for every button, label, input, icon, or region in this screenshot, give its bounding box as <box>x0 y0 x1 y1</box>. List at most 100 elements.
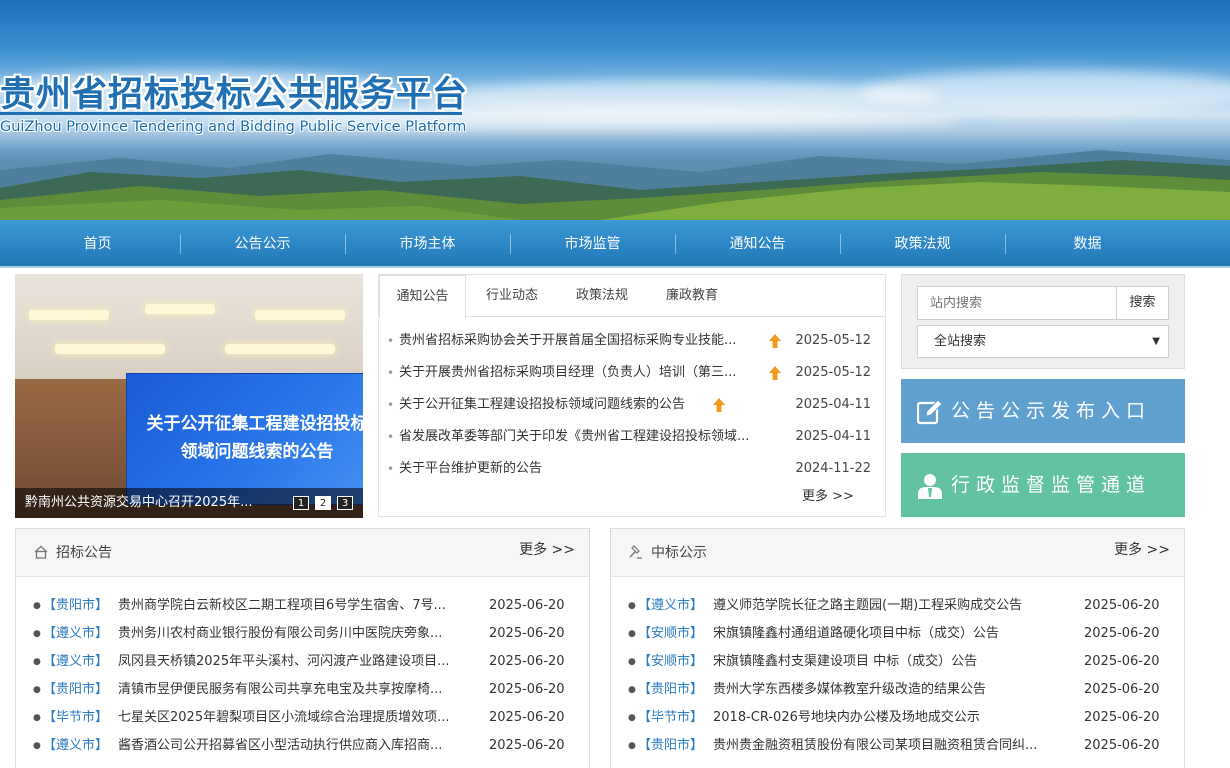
city-tag[interactable]: 【贵阳市】 <box>43 592 108 620</box>
city-tag[interactable]: 【贵阳市】 <box>638 732 703 760</box>
list-item-title[interactable]: 贵州务川农村商业银行股份有限公司务川中医院庆旁象... <box>118 620 472 648</box>
notice-date: 2024-11-22 <box>795 461 871 476</box>
notice-title[interactable]: 关于公开征集工程建设招投标领域问题线索的公告 <box>399 389 685 421</box>
list-item-title[interactable]: 贵州商学院白云新校区二期工程项目6号学生宿舍、7号... <box>118 592 472 620</box>
list-item[interactable]: ● 【贵阳市】 贵州大学东西楼多媒体教室升级改造的结果公告 2025-06-20 <box>611 676 1184 704</box>
list-item-date: 2025-06-20 <box>489 654 565 669</box>
publish-entry-label: 公告公示发布入口 <box>951 400 1152 422</box>
notice-title[interactable]: 关于平台维护更新的公告 <box>399 453 542 485</box>
tab-integrity-education[interactable]: 廉政教育 <box>649 275 735 317</box>
tab-notices[interactable]: 通知公告 <box>379 275 466 318</box>
list-item[interactable]: ● 【遵义市】 酱香酒公司公开招募省区小型活动执行供应商入库招商... 2025… <box>16 732 589 760</box>
city-tag[interactable]: 【遵义市】 <box>638 592 703 620</box>
hot-arrow-icon <box>769 334 781 348</box>
list-item[interactable]: • 关于公开征集工程建设招投标领域问题线索的公告 2025-04-11 <box>387 389 879 421</box>
city-tag[interactable]: 【毕节市】 <box>638 704 703 732</box>
list-item[interactable]: ● 【遵义市】 遵义师范学院长征之路主题园(一期)工程采购成交公告 2025-0… <box>611 592 1184 620</box>
list-item[interactable]: ● 【遵义市】 贵州务川农村商业银行股份有限公司务川中医院庆旁象... 2025… <box>16 620 589 648</box>
list-item-title[interactable]: 宋旗镇隆鑫村支渠建设项目 中标（成交）公告 <box>713 648 1067 676</box>
main-nav: 首页 公告公示 市场主体 市场监管 通知公告 政策法规 数据 <box>0 220 1230 268</box>
nav-item-home[interactable]: 首页 <box>15 220 180 268</box>
list-item-title[interactable]: 酱香酒公司公开招募省区小型活动执行供应商入库招商... <box>118 732 472 760</box>
bullet: • <box>387 430 395 444</box>
search-scope-select[interactable]: 全站搜索 ▼ <box>917 325 1169 358</box>
list-item[interactable]: ● 【遵义市】 凤冈县天桥镇2025年平头溪村、河闪渡产业路建设项目... 20… <box>16 648 589 676</box>
bullet: ● <box>628 629 636 639</box>
award-panel-header: 中标公示 更多 >> <box>611 529 1184 577</box>
list-item[interactable]: ● 【贵阳市】 清镇市昱伊便民服务有限公司共享充电宝及共享按摩椅... 2025… <box>16 676 589 704</box>
list-item-date: 2025-06-20 <box>1084 654 1160 669</box>
notice-more-link[interactable]: 更多 >> <box>802 485 854 504</box>
city-tag[interactable]: 【毕节市】 <box>43 704 108 732</box>
hot-arrow-icon <box>713 398 725 412</box>
list-item-title[interactable]: 贵州大学东西楼多媒体教室升级改造的结果公告 <box>713 676 1067 704</box>
list-item-date: 2025-06-20 <box>489 710 565 725</box>
list-item[interactable]: ● 【贵阳市】 贵州贵金融资租赁股份有限公司某项目融资租赁合同纠... 2025… <box>611 732 1184 760</box>
nav-item-data[interactable]: 数据 <box>1005 220 1170 268</box>
list-item-title[interactable]: 2018-CR-026号地块内办公楼及场地成交公示 <box>713 704 1067 732</box>
notice-date: 2025-04-11 <box>795 429 871 444</box>
slide-dot-3[interactable]: 3 <box>337 496 353 510</box>
search-input[interactable] <box>917 286 1117 320</box>
list-item-date: 2025-06-20 <box>1084 710 1160 725</box>
list-item-title[interactable]: 七星关区2025年碧梨项目区小流域综合治理提质增效项... <box>118 704 472 732</box>
list-item-title[interactable]: 贵州贵金融资租赁股份有限公司某项目融资租赁合同纠... <box>713 732 1067 760</box>
site-title: 贵州省招标投标公共服务平台 <box>0 75 469 115</box>
user-icon <box>918 474 942 499</box>
list-item-title[interactable]: 遵义师范学院长征之路主题园(一期)工程采购成交公告 <box>713 592 1067 620</box>
bullet: ● <box>33 629 41 639</box>
list-item-date: 2025-06-20 <box>489 682 565 697</box>
bullet: ● <box>628 685 636 695</box>
edit-icon <box>917 399 943 425</box>
city-tag[interactable]: 【安顺市】 <box>638 620 703 648</box>
list-item[interactable]: ● 【毕节市】 2018-CR-026号地块内办公楼及场地成交公示 2025-0… <box>611 704 1184 732</box>
list-item[interactable]: ● 【毕节市】 七星关区2025年碧梨项目区小流域综合治理提质增效项... 20… <box>16 704 589 732</box>
city-tag[interactable]: 【遵义市】 <box>43 648 108 676</box>
slide-dot-2[interactable]: 2 <box>315 496 331 510</box>
tender-more-link[interactable]: 更多 >> <box>519 539 575 559</box>
nav-item-policies[interactable]: 政策法规 <box>840 220 1005 268</box>
city-tag[interactable]: 【安顺市】 <box>638 648 703 676</box>
supervision-entry-button[interactable]: 行政监督监管通道 <box>901 453 1185 517</box>
nav-item-announcements[interactable]: 公告公示 <box>180 220 345 268</box>
city-tag[interactable]: 【贵阳市】 <box>638 676 703 704</box>
list-item-date: 2025-06-20 <box>489 738 565 753</box>
bullet: • <box>387 462 395 476</box>
city-tag[interactable]: 【遵义市】 <box>43 620 108 648</box>
tab-policies[interactable]: 政策法规 <box>559 275 645 317</box>
notice-title[interactable]: 省发展改革委等部门关于印发《贵州省工程建设招投标领域... <box>399 421 777 453</box>
bullet: ● <box>33 601 41 611</box>
nav-item-notices[interactable]: 通知公告 <box>675 220 840 268</box>
list-item[interactable]: ● 【安顺市】 宋旗镇隆鑫村支渠建设项目 中标（成交）公告 2025-06-20 <box>611 648 1184 676</box>
slide-dot-1[interactable]: 1 <box>293 496 309 510</box>
news-slider[interactable]: 关于公开征集工程建设招投标领域问题线索的公告 黔南州公共资源交易中心召开2025… <box>15 274 363 518</box>
bullet: • <box>387 366 395 380</box>
city-tag[interactable]: 【贵阳市】 <box>43 676 108 704</box>
list-item[interactable]: ● 【安顺市】 宋旗镇隆鑫村通组道路硬化项目中标（成交）公告 2025-06-2… <box>611 620 1184 648</box>
chevron-down-icon: ▼ <box>1152 336 1160 347</box>
banner-cloud <box>860 70 1230 114</box>
slide-photo-light <box>55 344 165 354</box>
list-item-title[interactable]: 凤冈县天桥镇2025年平头溪村、河闪渡产业路建设项目... <box>118 648 472 676</box>
notice-list: • 贵州省招标采购协会关于开展首届全国招标采购专业技能... 2025-05-1… <box>387 325 879 485</box>
list-item[interactable]: • 贵州省招标采购协会关于开展首届全国招标采购专业技能... 2025-05-1… <box>387 325 879 357</box>
notice-title[interactable]: 关于开展贵州省招标采购项目经理（负责人）培训（第三... <box>399 357 765 389</box>
search-button[interactable]: 搜索 <box>1116 286 1169 320</box>
publish-entry-button[interactable]: 公告公示发布入口 <box>901 379 1185 443</box>
award-more-link[interactable]: 更多 >> <box>1114 539 1170 559</box>
notice-title[interactable]: 贵州省招标采购协会关于开展首届全国招标采购专业技能... <box>399 325 765 357</box>
nav-item-market-supervision[interactable]: 市场监管 <box>510 220 675 268</box>
list-item-title[interactable]: 宋旗镇隆鑫村通组道路硬化项目中标（成交）公告 <box>713 620 1067 648</box>
list-item[interactable]: • 关于平台维护更新的公告 2024-11-22 <box>387 453 879 485</box>
nav-item-market-entities[interactable]: 市场主体 <box>345 220 510 268</box>
list-item[interactable]: ● 【贵阳市】 贵州商学院白云新校区二期工程项目6号学生宿舍、7号... 202… <box>16 592 589 620</box>
list-item-date: 2025-06-20 <box>1084 738 1160 753</box>
site-subtitle: GuiZhou Province Tendering and Bidding P… <box>0 119 467 135</box>
list-item[interactable]: • 关于开展贵州省招标采购项目经理（负责人）培训（第三... 2025-05-1… <box>387 357 879 389</box>
list-item-date: 2025-06-20 <box>1084 682 1160 697</box>
city-tag[interactable]: 【遵义市】 <box>43 732 108 760</box>
list-item[interactable]: • 省发展改革委等部门关于印发《贵州省工程建设招投标领域... 2025-04-… <box>387 421 879 453</box>
slide-caption[interactable]: 黔南州公共资源交易中心召开2025年... <box>15 488 363 518</box>
tab-industry-news[interactable]: 行业动态 <box>469 275 555 317</box>
list-item-title[interactable]: 清镇市昱伊便民服务有限公司共享充电宝及共享按摩椅... <box>118 676 472 704</box>
